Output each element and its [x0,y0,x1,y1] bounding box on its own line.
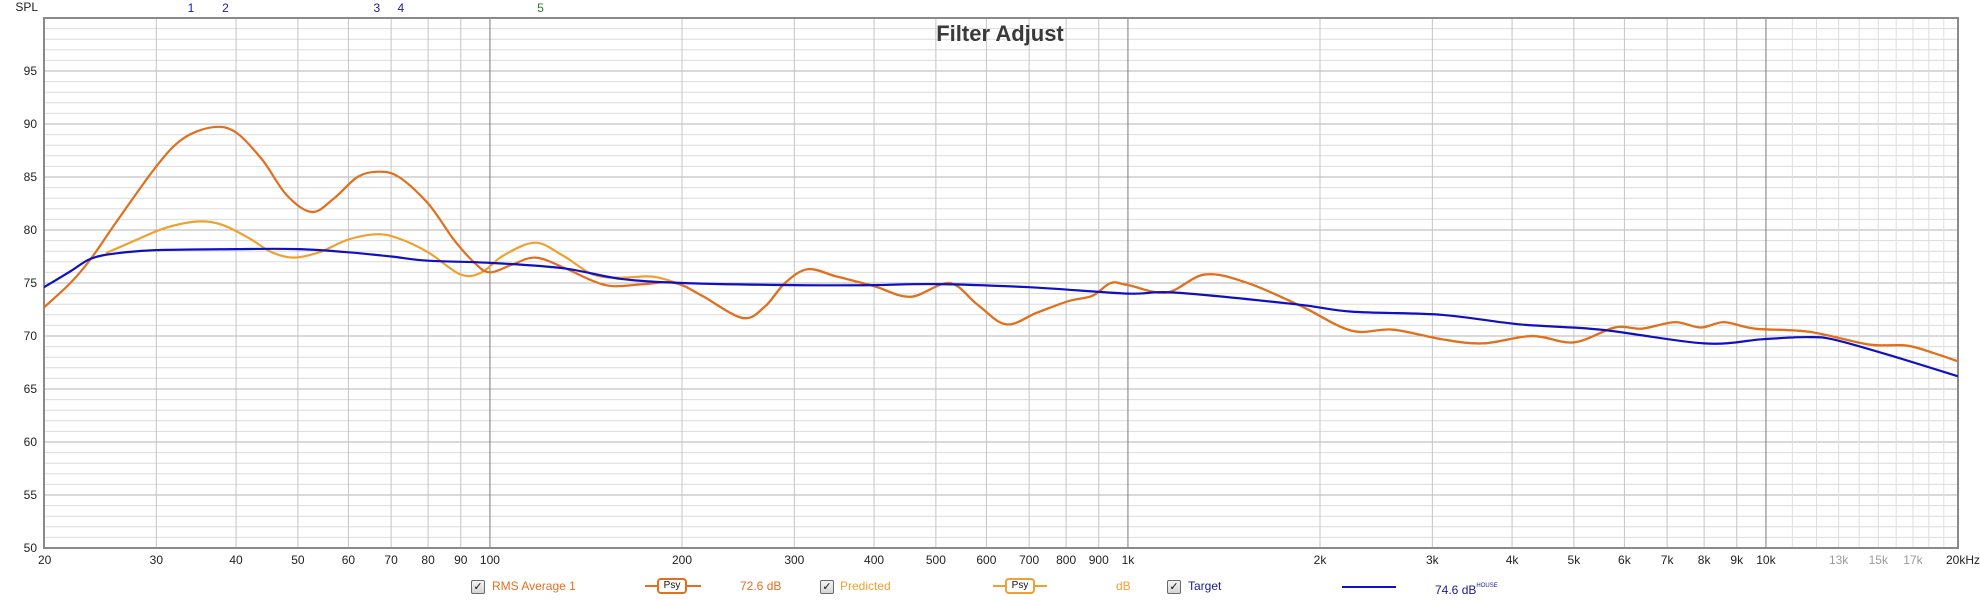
rms-checkbox[interactable]: ✓ [471,580,485,594]
y-tick-label: 75 [24,276,38,290]
y-tick-label: 85 [24,170,38,184]
spl-chart: SPL Filter Adjust 50 55 60 65 70 75 80 85 90 95 2… [15,0,1980,567]
x-tick-label: 400 [864,553,884,567]
x-tick-label: 2k [1314,553,1328,567]
y-tick-labels: 50 55 60 65 70 75 80 85 90 95 [24,64,38,555]
y-tick-label: 70 [24,329,38,343]
x-tick-label: 13k [1829,553,1849,567]
x-tick-label: 80 [421,553,435,567]
y-tick-label: 50 [24,541,38,555]
y-tick-label: 65 [24,382,38,396]
y-tick-label: 55 [24,488,38,502]
x-tick-label: 7k [1661,553,1675,567]
filter-marker: 3 [374,1,381,15]
target-checkbox[interactable]: ✓ [1167,580,1181,594]
x-tick-label: 20kHz [1946,553,1980,567]
target-value-sup: HOUSE [1476,583,1498,589]
y-tick-label: 60 [24,435,38,449]
x-tick-label: 60 [342,553,356,567]
x-tick-label: 15k [1869,553,1889,567]
filter-marker: 2 [222,1,229,15]
x-tick-label: 300 [784,553,804,567]
y-axis-label: SPL [15,0,38,14]
x-tick-label: 17k [1903,553,1923,567]
x-tick-label: 6k [1618,553,1632,567]
target-label: Target [1188,579,1222,593]
x-tick-label: 50 [291,553,305,567]
x-tick-label: 700 [1019,553,1039,567]
rms-psy-label: Psy [657,578,687,594]
x-tick-label: 20 [38,553,52,567]
target-value-text: 74.6 dB [1435,583,1477,597]
rms-value: 72.6 dB [740,579,782,593]
predicted-psy-smoothing-button[interactable]: Psy [993,578,1047,594]
x-tick-label: 200 [672,553,692,567]
grid [44,18,1958,548]
x-tick-label: 10k [1756,553,1776,567]
x-tick-label: 600 [976,553,996,567]
rms-label: RMS Average 1 [492,579,576,593]
x-tick-label: 100 [480,553,500,567]
x-tick-label: 4k [1506,553,1520,567]
x-tick-label: 3k [1426,553,1440,567]
target-line-sample [1342,586,1396,588]
x-tick-label: 800 [1056,553,1076,567]
filter-markers: 1 2 3 4 5 [188,1,544,15]
x-tick-label: 30 [150,553,164,567]
chart-title: Filter Adjust [936,21,1064,46]
x-tick-label: 9k [1730,553,1744,567]
filter-marker: 1 [188,1,195,15]
predicted-value: dB [1116,579,1131,593]
x-tick-label: 8k [1698,553,1712,567]
predicted-label: Predicted [840,579,891,593]
y-tick-label: 95 [24,64,38,78]
x-tick-label: 5k [1568,553,1582,567]
y-tick-label: 90 [24,117,38,131]
x-tick-label: 1k [1122,553,1136,567]
x-tick-label: 70 [384,553,398,567]
y-tick-label: 80 [24,223,38,237]
x-tick-labels: 20 30 40 50 60 70 80 90 100 200 300 400 500 600 700 800… [38,553,1980,567]
x-tick-label: 40 [229,553,243,567]
predicted-checkbox[interactable]: ✓ [820,580,834,594]
x-tick-label: 500 [926,553,946,567]
target-value: 74.6 dBHOUSE [1435,577,1498,599]
x-tick-label: 90 [454,553,468,567]
x-tick-label: 900 [1089,553,1109,567]
filter-marker: 5 [537,1,544,15]
rms-psy-smoothing-button[interactable]: Psy [645,578,701,594]
filter-marker: 4 [397,1,404,15]
predicted-psy-label: Psy [1005,578,1035,594]
